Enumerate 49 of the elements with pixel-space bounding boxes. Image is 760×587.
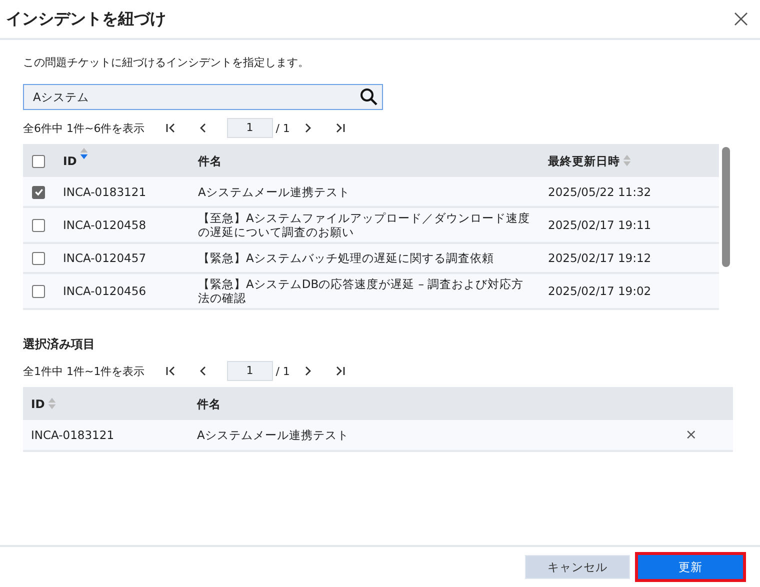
pager-summary: 全1件中 1件~1件を表示 (23, 364, 145, 378)
dialog-title: インシデントを紐づけ (6, 8, 166, 30)
table-cell: 2025/05/22 11:32 (548, 184, 652, 198)
description-text: この問題チケットに紐づけるインシデントを指定します。 (23, 55, 309, 70)
column-header[interactable]: 件名 (198, 154, 222, 168)
page-input[interactable]: 1 (226, 361, 273, 381)
last-page-icon[interactable] (334, 123, 345, 133)
select-all-checkbox[interactable] (32, 154, 45, 168)
previous-page-icon[interactable] (198, 123, 208, 133)
search-field[interactable]: Aシステム (23, 84, 383, 110)
search-icon[interactable] (360, 88, 378, 106)
table-cell: INCA-0120456 (63, 284, 146, 298)
pager-summary: 全6件中 1件~6件を表示 (23, 120, 145, 136)
column-header[interactable]: 最終更新日時 (548, 154, 631, 168)
remove-button[interactable]: × (685, 427, 697, 443)
next-page-icon[interactable] (302, 366, 313, 376)
table-cell: Aシステムメール連携テスト (198, 184, 350, 198)
update-button[interactable]: 更新 (638, 555, 743, 579)
first-page-icon[interactable] (166, 123, 176, 133)
table-cell: INCA-0120458 (63, 218, 146, 232)
cancel-button[interactable]: キャンセル (525, 555, 630, 579)
previous-page-icon[interactable] (198, 366, 208, 376)
next-page-icon[interactable] (302, 123, 313, 133)
table-cell: 【緊急】Aシステムバッチ処理の遅延に関する調査依頼 (198, 251, 494, 265)
table-cell: 2025/02/17 19:11 (548, 218, 652, 232)
table-cell: INCA-0183121 (63, 184, 146, 198)
close-icon[interactable] (734, 12, 748, 26)
page-input[interactable]: 1 (226, 118, 273, 138)
table-cell: INCA-0183121 (31, 428, 114, 442)
table-cell: INCA-0120457 (63, 251, 146, 265)
section-heading: 選択済み項目 (23, 336, 95, 353)
table-cell-text: 【至急】Aシステムファイルアップロード／ダウンロード速度の遅延について調査のお願い (198, 211, 531, 239)
table-cell: 2025/02/17 19:02 (548, 284, 652, 298)
first-page-icon[interactable] (166, 366, 176, 376)
page-total: / 1 (276, 122, 290, 134)
row-checkbox[interactable] (32, 252, 45, 266)
row-checkbox[interactable] (32, 186, 45, 199)
sort-icon[interactable] (80, 147, 88, 160)
column-header[interactable]: ID (63, 147, 88, 174)
column-header[interactable]: 件名 (197, 396, 221, 410)
last-page-icon[interactable] (334, 366, 345, 376)
page-total: / 1 (276, 364, 290, 378)
row-checkbox[interactable] (32, 219, 45, 232)
table-cell-text: 【緊急】AシステムDBの応答速度が遅延 – 調査および対応方法の確認 (198, 277, 525, 305)
table-cell: Aシステムメール連携テスト (197, 428, 349, 442)
table-cell: 2025/02/17 19:12 (548, 251, 652, 265)
scrollbar[interactable] (722, 147, 730, 267)
column-header[interactable]: ID (31, 396, 56, 410)
row-checkbox[interactable] (32, 285, 45, 298)
